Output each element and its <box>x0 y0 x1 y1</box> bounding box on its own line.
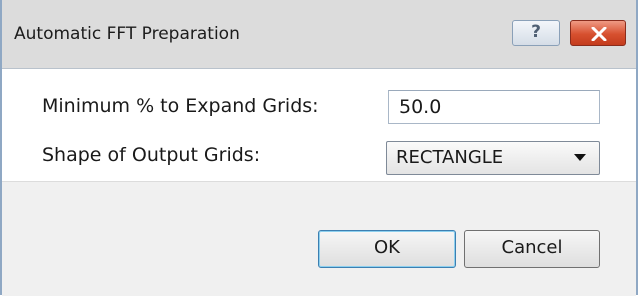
min-expand-label: Minimum % to Expand Grids: <box>42 95 319 117</box>
dropdown-arrow-icon <box>574 154 586 161</box>
shape-label: Shape of Output Grids: <box>42 144 261 166</box>
button-bar: OK Cancel <box>2 181 636 296</box>
title-bar[interactable]: Automatic FFT Preparation ? <box>2 0 636 69</box>
dialog-window: Automatic FFT Preparation ? Minimum % to… <box>0 0 638 296</box>
shape-select-value: RECTANGLE <box>396 147 504 168</box>
help-icon: ? <box>531 22 541 42</box>
cancel-button[interactable]: Cancel <box>464 230 600 268</box>
shape-select[interactable]: RECTANGLE <box>386 141 600 175</box>
min-expand-input[interactable] <box>388 90 600 124</box>
dialog-content: Minimum % to Expand Grids: Shape of Outp… <box>2 69 636 181</box>
ok-button[interactable]: OK <box>318 230 456 268</box>
close-button[interactable] <box>570 20 626 46</box>
help-button[interactable]: ? <box>512 20 560 46</box>
close-icon <box>591 27 607 41</box>
dialog-title: Automatic FFT Preparation <box>14 24 240 44</box>
